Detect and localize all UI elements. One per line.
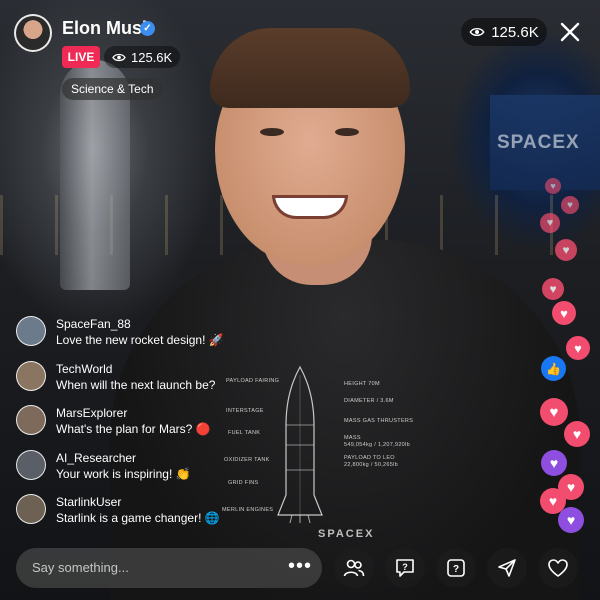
host-left-eye xyxy=(260,128,284,136)
svg-text:?: ? xyxy=(453,564,459,575)
question-box-icon: ? xyxy=(447,559,465,577)
qa-button[interactable]: ? xyxy=(385,548,425,588)
comment-item[interactable]: SpaceFan_88 Love the new rocket design! … xyxy=(16,316,276,352)
comment-item[interactable]: MarsExplorer What's the plan for Mars? 🔴 xyxy=(16,405,276,441)
commenter-name[interactable]: SpaceFan_88 xyxy=(56,317,131,331)
commenter-name[interactable]: TechWorld xyxy=(56,362,112,376)
comment-item[interactable]: AI_Researcher Your work is inspiring! 👏 xyxy=(16,450,276,486)
shirt-label: 22,800kg / 50,265lb xyxy=(344,462,399,468)
host-name[interactable]: Elon Musk xyxy=(62,18,152,39)
shirt-label: MASS GAS THRUSTERS xyxy=(344,418,414,424)
heart-reaction-icon: ♥ xyxy=(541,450,567,476)
help-button[interactable]: ? xyxy=(436,548,476,588)
commenter-name[interactable]: MarsExplorer xyxy=(56,406,127,420)
verified-badge-icon: ✓ xyxy=(140,21,155,36)
send-icon xyxy=(498,559,516,577)
host-smile xyxy=(272,195,348,219)
shirt-label: 549,054kg / 1,207,920lb xyxy=(344,442,410,448)
heart-reaction-icon: ♥ xyxy=(564,421,590,447)
like-button[interactable] xyxy=(538,548,578,588)
comment-input-placeholder: Say something... xyxy=(32,560,129,575)
guests-button[interactable] xyxy=(334,548,374,588)
host-hair xyxy=(210,28,410,108)
commenter-avatar[interactable] xyxy=(16,450,46,480)
commenter-name[interactable]: AI_Researcher xyxy=(56,451,136,465)
shirt-logo: SPACEX xyxy=(318,528,375,540)
guests-icon xyxy=(343,559,365,577)
top-viewer-count: 125.6K xyxy=(491,23,539,41)
host-right-eye xyxy=(335,128,359,136)
comment-item[interactable]: StarlinkUser Starlink is a game changer!… xyxy=(16,494,276,530)
heart-reaction-icon: ♥ xyxy=(545,178,561,194)
like-reaction-icon: 👍 xyxy=(541,356,566,381)
heart-reaction-icon: ♥ xyxy=(561,196,579,214)
commenter-name[interactable]: StarlinkUser xyxy=(56,495,121,509)
commenter-avatar[interactable] xyxy=(16,361,46,391)
shirt-label: HEIGHT 70M xyxy=(344,381,380,387)
commenter-avatar[interactable] xyxy=(16,316,46,346)
live-badge: LIVE xyxy=(62,46,100,68)
heart-reaction-icon: ♥ xyxy=(540,213,560,233)
top-viewer-count-badge: 125.6K xyxy=(461,18,547,46)
viewer-count: 125.6K xyxy=(131,49,173,65)
comment-input[interactable]: Say something... ••• xyxy=(16,548,322,588)
shirt-label: DIAMETER / 3.6M xyxy=(344,398,394,404)
commenter-avatar[interactable] xyxy=(16,494,46,524)
close-icon xyxy=(560,22,580,42)
eye-icon xyxy=(112,53,126,61)
comment-text: When will the next launch be? xyxy=(56,378,216,392)
background-wall-logo: SPACEX xyxy=(497,132,580,153)
heart-reaction-icon: ♥ xyxy=(542,278,564,300)
heart-reaction-icon: ♥ xyxy=(540,398,568,426)
host-avatar[interactable] xyxy=(14,14,52,52)
shirt-rocket-schematic xyxy=(277,365,323,524)
share-button[interactable] xyxy=(487,548,527,588)
question-bubble-icon: ? xyxy=(396,559,414,577)
comment-text: Love the new rocket design! 🚀 xyxy=(56,333,224,347)
heart-reaction-icon: ♥ xyxy=(566,336,590,360)
close-button[interactable] xyxy=(554,16,586,48)
eye-icon xyxy=(469,27,485,37)
heart-reaction-icon: ♥ xyxy=(555,239,577,261)
more-options-icon[interactable]: ••• xyxy=(288,556,312,576)
commenter-avatar[interactable] xyxy=(16,405,46,435)
svg-text:?: ? xyxy=(402,562,408,572)
comment-text: Starlink is a game changer! 🌐 xyxy=(56,511,220,525)
heart-reaction-icon: ♥ xyxy=(558,507,584,533)
shirt-label: PAYLOAD TO LEO xyxy=(344,455,395,461)
heart-icon xyxy=(548,559,568,577)
comment-item[interactable]: TechWorld When will the next launch be? xyxy=(16,361,276,397)
heart-reaction-icon: ♥ xyxy=(552,301,576,325)
comment-text: What's the plan for Mars? 🔴 xyxy=(56,422,211,436)
category-tag[interactable]: Science & Tech xyxy=(62,78,163,100)
shirt-label: MASS xyxy=(344,435,361,441)
viewer-count-badge: 125.6K xyxy=(104,46,181,68)
comment-text: Your work is inspiring! 👏 xyxy=(56,467,191,481)
